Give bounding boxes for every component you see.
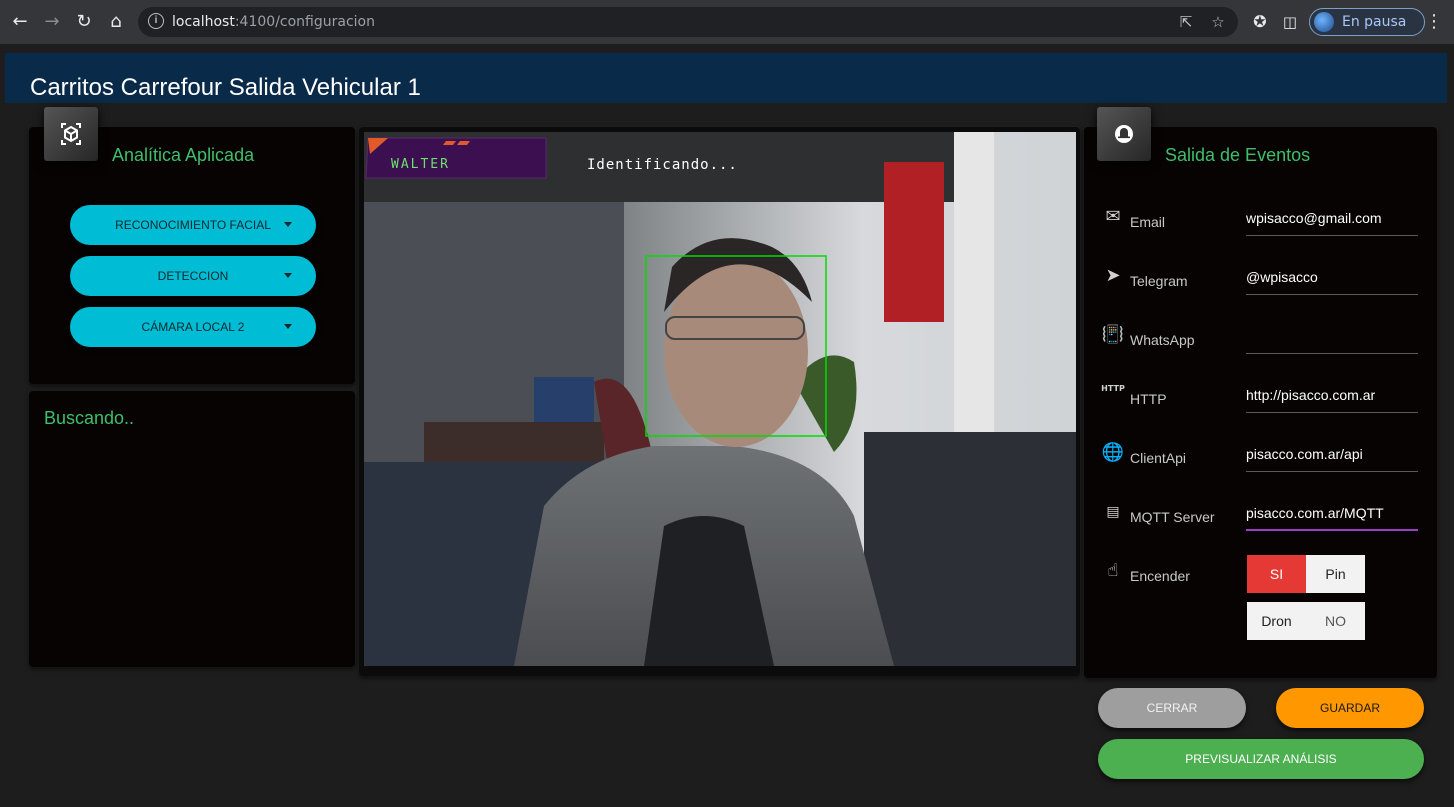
chevron-down-icon [284, 273, 292, 278]
previsualizar-analisis-button[interactable]: PREVISUALIZAR ANÁLISIS [1098, 739, 1424, 779]
status-card [29, 391, 355, 667]
http-row: HTTP HTTP http://pisacco.com.ar [1100, 381, 1420, 421]
site-info-icon[interactable]: i [148, 13, 164, 29]
chevron-down-icon [284, 222, 292, 227]
send-icon: ➤ [1105, 265, 1121, 286]
toggle-pin-button[interactable]: Pin [1306, 555, 1365, 593]
status-text: Buscando.. [44, 408, 135, 428]
events-card-icon [1097, 107, 1151, 161]
clientapi-label: ClientApi [1130, 450, 1187, 466]
share-icon[interactable]: ⇱ [1176, 12, 1196, 32]
whatsapp-label: WhatsApp [1130, 332, 1195, 348]
profile-status: En pausa [1342, 14, 1407, 30]
select-camera[interactable]: CÁMARA LOCAL 2 [70, 307, 316, 347]
select-detection-mode[interactable]: DETECCION [70, 256, 316, 296]
camera-frame-image [364, 132, 1076, 666]
analytics-title: Analítica Aplicada [112, 145, 255, 165]
detected-name: WALTER [391, 157, 450, 172]
url-path: :4100/configuracion [234, 14, 375, 30]
cube-scan-icon [61, 123, 81, 145]
http-icon: HTTP [1101, 384, 1125, 393]
email-icon: ✉ [1105, 206, 1121, 227]
bell-icon [1115, 125, 1133, 143]
globe-icon: 🌐 [1101, 442, 1125, 463]
toggle-dron-button[interactable]: Dron [1247, 602, 1306, 640]
camera-feed: WALTER Identificando... [364, 132, 1076, 666]
email-row: ✉ Email wpisacco@gmail.com [1100, 204, 1420, 244]
whatsapp-row: 📳 WhatsApp [1100, 322, 1420, 362]
email-label: Email [1130, 214, 1166, 230]
extensions-icon[interactable]: ✪ [1248, 10, 1272, 34]
vibration-icon: 📳 [1101, 324, 1125, 345]
analytics-card-icon [44, 107, 98, 161]
email-field[interactable]: wpisacco@gmail.com [1246, 208, 1418, 236]
telegram-field[interactable]: @wpisacco [1246, 267, 1418, 295]
select-analytics-type-value: RECONOCIMIENTO FACIAL [115, 218, 271, 232]
events-title: Salida de Eventos [1165, 145, 1311, 165]
chevron-down-icon [284, 324, 292, 329]
cerrar-button[interactable]: CERRAR [1098, 688, 1246, 728]
identification-status: Identificando... [587, 157, 738, 173]
side-panel-icon[interactable]: ◫ [1278, 10, 1302, 34]
menu-kebab-icon[interactable]: ⋮ [1422, 10, 1446, 34]
toggle-no-button[interactable]: NO [1306, 602, 1365, 640]
bookmark-star-icon[interactable]: ☆ [1208, 12, 1228, 32]
address-bar[interactable]: i localhost:4100/configuracion ⇱ ☆ [138, 7, 1238, 37]
guardar-button[interactable]: GUARDAR [1276, 688, 1424, 728]
select-camera-value: CÁMARA LOCAL 2 [141, 320, 245, 334]
telegram-label: Telegram [1130, 273, 1188, 289]
select-analytics-type[interactable]: RECONOCIMIENTO FACIAL [70, 205, 316, 245]
profile-button[interactable]: En pausa [1309, 8, 1425, 36]
http-field[interactable]: http://pisacco.com.ar [1246, 385, 1418, 413]
forward-icon[interactable]: → [40, 10, 64, 34]
toggle-si-button[interactable]: SI [1247, 555, 1306, 593]
mqtt-field[interactable]: pisacco.com.ar/MQTT [1246, 503, 1418, 531]
telegram-row: ➤ Telegram @wpisacco [1100, 263, 1420, 303]
back-icon[interactable]: ← [8, 10, 32, 34]
select-detection-mode-value: DETECCION [157, 269, 229, 283]
touch-icon: ☝ [1107, 560, 1119, 581]
mqtt-label: MQTT Server [1130, 509, 1215, 525]
http-label: HTTP [1130, 391, 1167, 407]
router-icon: ▤ [1106, 504, 1120, 520]
url-text[interactable]: localhost:4100/configuracion [172, 14, 375, 30]
profile-avatar [1314, 12, 1334, 32]
url-host: localhost [172, 14, 235, 30]
mqtt-row: ▤ MQTT Server pisacco.com.ar/MQTT [1100, 499, 1420, 539]
clientapi-field[interactable]: pisacco.com.ar/api [1246, 444, 1418, 472]
clientapi-row: 🌐 ClientApi pisacco.com.ar/api [1100, 440, 1420, 480]
page-title: Carritos Carrefour Salida Vehicular 1 [30, 74, 421, 101]
encender-label: Encender [1130, 568, 1190, 584]
reload-icon[interactable]: ↻ [72, 10, 96, 34]
whatsapp-field[interactable] [1246, 326, 1418, 354]
home-icon[interactable]: ⌂ [104, 10, 128, 34]
browser-toolbar: ← → ↻ ⌂ i localhost:4100/configuracion ⇱… [0, 0, 1454, 44]
